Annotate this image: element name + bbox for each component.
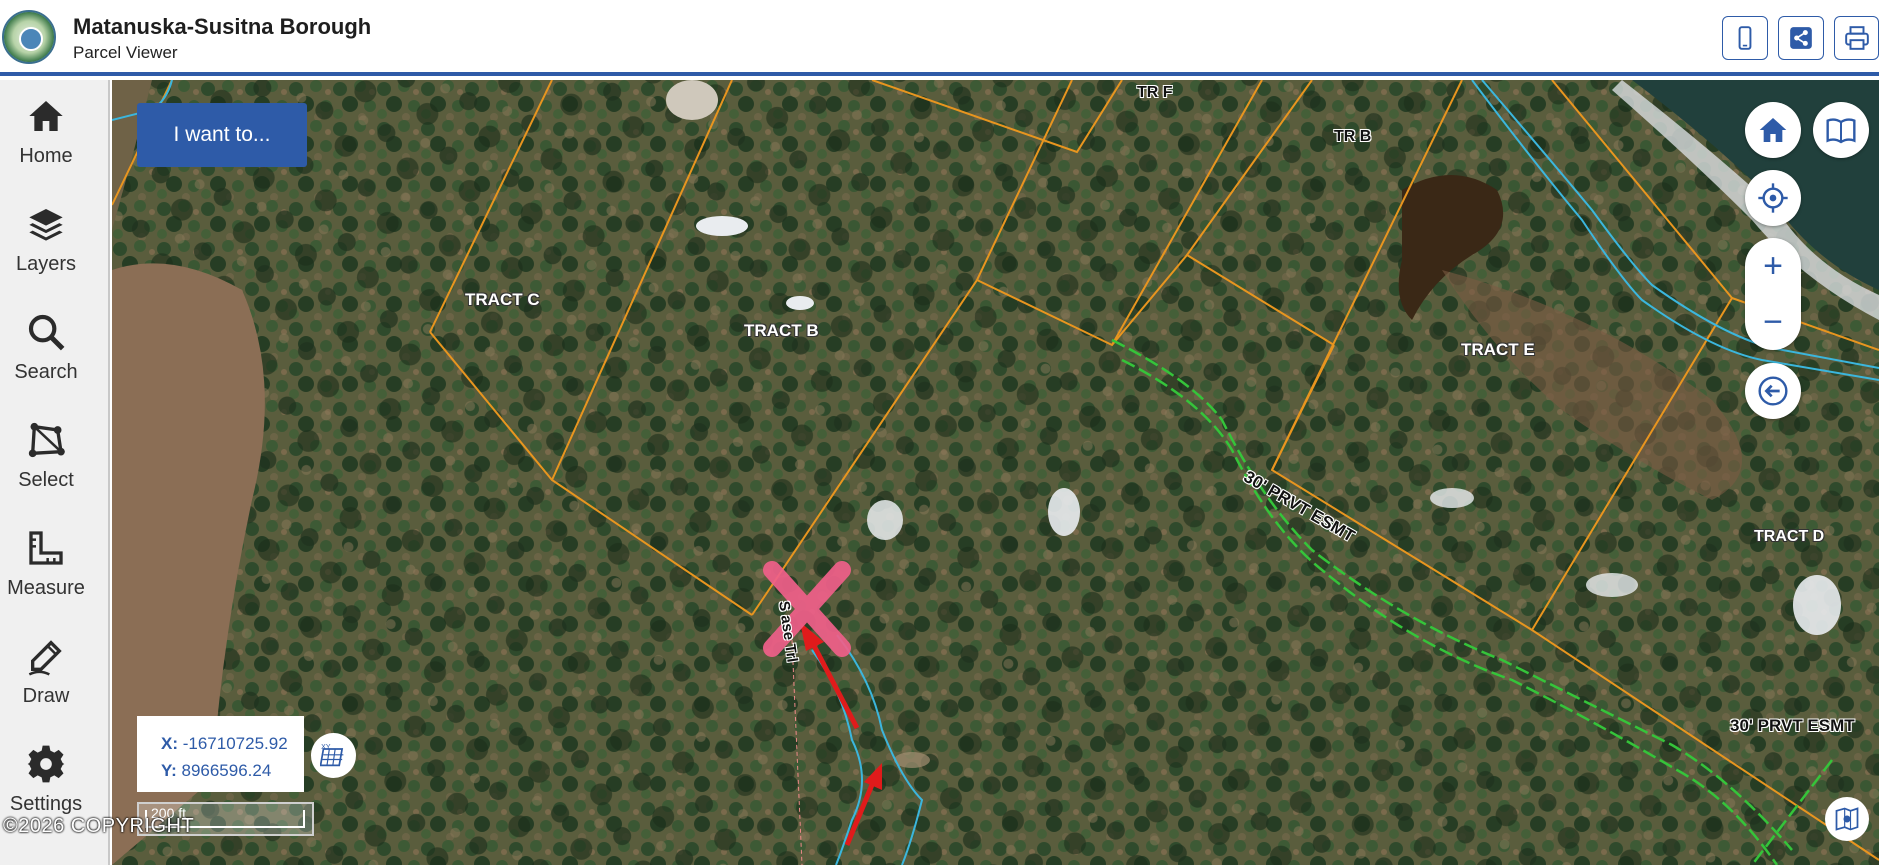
sidebar-item-label: Search bbox=[14, 361, 78, 383]
bookmarks-book-icon bbox=[1826, 118, 1856, 144]
parcel-label: TR B bbox=[1334, 128, 1372, 145]
parcel-label: TRACT B bbox=[744, 321, 819, 340]
sidebar-item-label: Settings bbox=[9, 793, 83, 815]
mobile-phone-icon bbox=[1738, 26, 1752, 50]
sidebar-item-label: Home bbox=[19, 145, 73, 167]
x-coordinate-value: -16710725.92 bbox=[182, 734, 288, 753]
sidebar-item-label: Draw bbox=[22, 685, 70, 707]
ruler-icon bbox=[29, 531, 63, 565]
mobile-view-button[interactable] bbox=[1722, 16, 1768, 60]
zoom-out-button[interactable]: − bbox=[1745, 294, 1801, 350]
back-button[interactable] bbox=[1745, 363, 1801, 419]
globe-grid-icon: XY bbox=[319, 744, 343, 766]
select-polygon-icon bbox=[28, 422, 65, 458]
y-coordinate-value: 8966596.24 bbox=[181, 761, 272, 780]
aerial-imagery bbox=[112, 80, 1879, 865]
bookmarks-button[interactable] bbox=[1813, 102, 1869, 158]
printer-icon bbox=[1844, 26, 1869, 50]
sidebar-item-label: Select bbox=[18, 469, 74, 491]
basemap-toggle-button[interactable] bbox=[1825, 797, 1869, 841]
map-home-button[interactable] bbox=[1745, 102, 1801, 158]
back-arrow-icon bbox=[1758, 376, 1788, 406]
zoom-controls: + − bbox=[1745, 238, 1801, 350]
sidebar-item-measure[interactable]: Measure bbox=[0, 520, 92, 620]
home-icon bbox=[29, 101, 63, 131]
coordinate-system-button[interactable]: XY bbox=[311, 733, 356, 778]
zoom-out-icon: − bbox=[1763, 302, 1783, 341]
app-subtitle: Parcel Viewer bbox=[73, 43, 178, 62]
basemap-globe-icon bbox=[1835, 807, 1859, 831]
sidebar-item-select[interactable]: Select bbox=[0, 412, 92, 512]
sidebar: Home Layers Search Select Measure Draw S… bbox=[0, 80, 110, 865]
sidebar-item-label: Layers bbox=[15, 253, 77, 275]
zoom-in-button[interactable]: + bbox=[1745, 238, 1801, 294]
map-view[interactable]: TR F TR B TRACT C TRACT B TRACT E TRACT … bbox=[112, 80, 1879, 865]
sidebar-item-home[interactable]: Home bbox=[0, 88, 92, 188]
coordinate-readout: X: -16710725.92 Y: 8966596.24 bbox=[137, 716, 304, 792]
locate-button[interactable] bbox=[1745, 170, 1801, 226]
easement-label: 30' PRVT ESMT bbox=[1730, 716, 1855, 735]
parcel-label: TRACT E bbox=[1461, 340, 1535, 359]
zoom-in-icon: + bbox=[1763, 246, 1783, 285]
sidebar-item-layers[interactable]: Layers bbox=[0, 196, 92, 296]
sidebar-item-draw[interactable]: Draw bbox=[0, 628, 92, 728]
app-header: Matanuska-Susitna Borough Parcel Viewer bbox=[0, 0, 1879, 76]
share-button[interactable] bbox=[1778, 16, 1824, 60]
gear-icon bbox=[27, 745, 65, 783]
locate-crosshair-icon bbox=[1758, 183, 1788, 213]
parcel-label: TRACT D bbox=[1754, 528, 1825, 545]
app-title: Matanuska-Susitna Borough bbox=[73, 14, 372, 39]
sidebar-item-label: Measure bbox=[7, 577, 85, 599]
home-icon bbox=[1759, 118, 1787, 142]
x-coordinate-label: X: bbox=[161, 734, 178, 753]
share-icon bbox=[1790, 27, 1812, 49]
svg-text:XY: XY bbox=[321, 744, 331, 751]
print-button[interactable] bbox=[1834, 16, 1879, 60]
borough-seal-logo bbox=[2, 10, 56, 64]
y-coordinate-label: Y: bbox=[161, 761, 177, 780]
i-want-to-button[interactable]: I want to... bbox=[137, 103, 307, 167]
search-icon bbox=[28, 314, 65, 351]
parcel-label: TRACT C bbox=[465, 290, 540, 309]
sidebar-item-search[interactable]: Search bbox=[0, 304, 92, 404]
parcel-label: TR F bbox=[1137, 84, 1173, 101]
layers-icon bbox=[29, 209, 63, 241]
pencil-icon bbox=[28, 640, 62, 676]
copyright-text: ©2026 COPYRIGHT bbox=[3, 815, 195, 837]
